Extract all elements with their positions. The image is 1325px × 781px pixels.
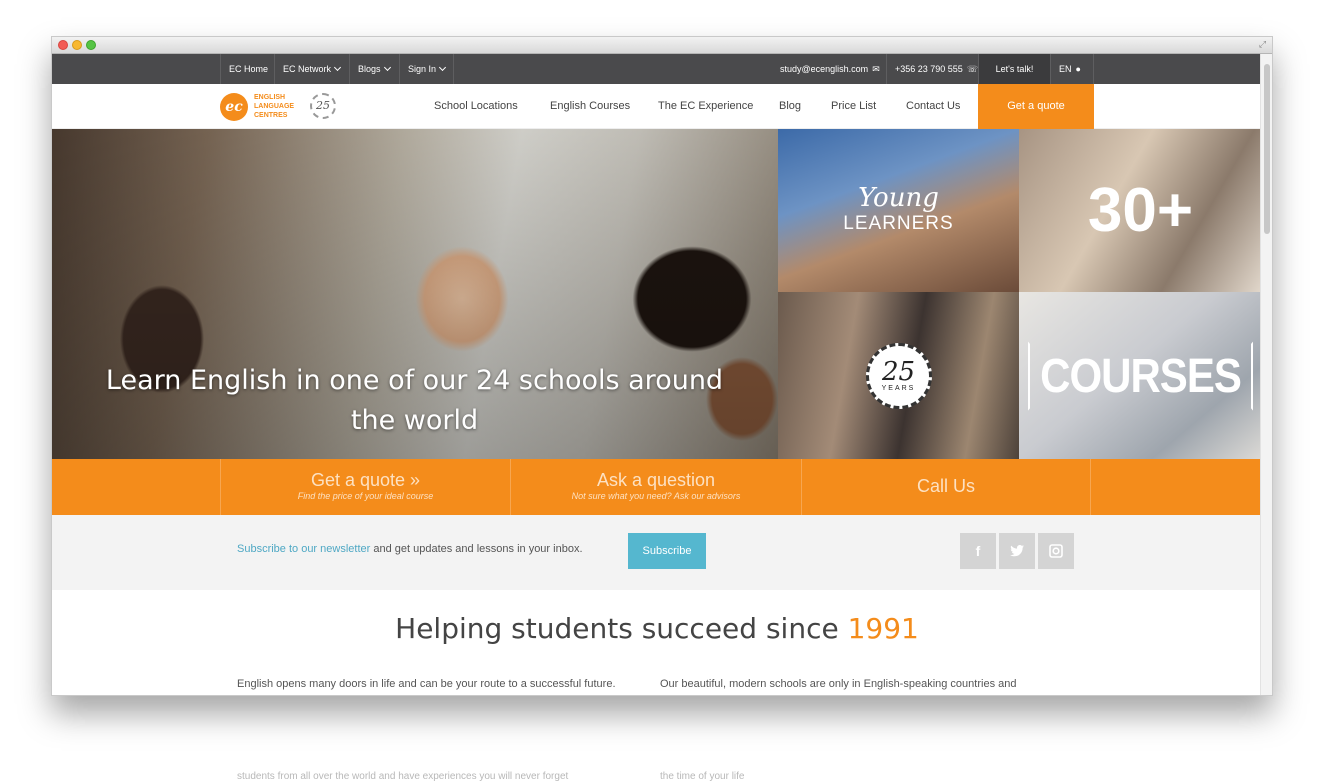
action-get-quote-title: Get a quote » — [310, 470, 421, 490]
intro-column-right: Our beautiful, modern schools are only i… — [660, 678, 1017, 690]
subscribe-button[interactable]: Subscribe — [628, 533, 706, 569]
hero-caption: Learn English in one of our 24 schools a… — [105, 365, 724, 436]
topbar-lets-talk[interactable]: Let's talk! — [978, 54, 1050, 84]
tile-25-years-label: 25 YEARS — [778, 292, 1019, 459]
topbar-ec-network-label: EC Network — [283, 64, 332, 74]
logo-wordmark: ENGLISH LANGUAGE CENTRES — [254, 93, 314, 120]
courses-word: COURSES — [1028, 341, 1253, 410]
topbar-phone-label: +356 23 790 555 — [895, 64, 963, 74]
chevron-down-icon — [383, 63, 391, 72]
nav-price-list[interactable]: Price List — [817, 84, 890, 129]
chevron-down-icon — [438, 63, 447, 72]
nav-english-courses[interactable]: English Courses — [536, 84, 644, 129]
action-call-us[interactable]: Call Us — [801, 459, 1091, 515]
action-ask-question-title: Ask a question — [596, 470, 716, 490]
action-get-quote-sub: Find the price of your ideal course — [297, 491, 434, 501]
topbar-language[interactable]: EN ● — [1050, 54, 1094, 84]
nav-ec-experience[interactable]: The EC Experience — [644, 84, 767, 129]
action-ask-question[interactable]: Ask a question Not sure what you need? A… — [510, 459, 801, 515]
topbar-lets-talk-label: Let's talk! — [995, 64, 1034, 74]
logo-line-2: LANGUAGE — [254, 103, 295, 110]
topbar-blogs-label: Blogs — [358, 64, 381, 74]
zoom-window-button[interactable] — [86, 40, 96, 50]
topbar-blogs[interactable]: Blogs — [349, 54, 398, 84]
section-heading: Helping students succeed since 1991 — [52, 612, 1262, 645]
instagram-icon[interactable] — [1038, 533, 1074, 569]
tile-young-learners[interactable]: Young LEARNERS — [778, 129, 1019, 292]
topbar-ec-network[interactable]: EC Network — [274, 54, 348, 84]
logo-line-3: CENTRES — [254, 112, 288, 119]
topbar-ec-home[interactable]: EC Home — [220, 54, 276, 84]
title-bar: ⤢ — [52, 37, 1272, 54]
intro-column-left: English opens many doors in life and can… — [237, 678, 616, 690]
topbar-ec-home-label: EC Home — [229, 64, 269, 74]
action-call-us-title: Call Us — [916, 476, 975, 496]
anniversary-badge: 25 — [310, 93, 336, 119]
logo-line-1: ENGLISH — [254, 94, 286, 101]
topbar-language-label: EN — [1059, 64, 1072, 74]
tile-30-plus-label: 30+ — [1087, 176, 1194, 245]
get-quote-button[interactable]: Get a quote — [978, 84, 1094, 129]
site-logo[interactable]: ec ENGLISH LANGUAGE CENTRES 25 — [220, 91, 340, 123]
top-utility-bar: EC Home EC Network Blogs Sign In study@e… — [52, 54, 1262, 84]
tile-courses[interactable]: COURSES — [1019, 292, 1262, 459]
page-viewport: EC Home EC Network Blogs Sign In study@e… — [52, 54, 1262, 695]
topbar-email-label: study@ecenglish.com — [780, 64, 869, 74]
topbar-sign-in[interactable]: Sign In — [399, 54, 455, 84]
reflection-text-right: the time of your life — [660, 771, 745, 781]
nav-contact-us[interactable]: Contact Us — [892, 84, 974, 129]
action-get-quote[interactable]: Get a quote » Find the price of your ide… — [220, 459, 510, 515]
nav-blog[interactable]: Blog — [765, 84, 815, 129]
phone-icon: ☏ — [966, 64, 979, 74]
reflection-text-left: students from all over the world and hav… — [237, 771, 569, 781]
site-header: ec ENGLISH LANGUAGE CENTRES 25 School Lo… — [52, 84, 1262, 129]
browser-window: ⤢ EC Home EC Network Blogs Sign In study… — [51, 36, 1273, 696]
newsletter-description: and get updates and lessons in your inbo… — [370, 543, 583, 555]
tile-courses-label: COURSES — [1019, 292, 1262, 459]
learners-word: LEARNERS — [843, 212, 954, 234]
twitter-icon[interactable] — [999, 533, 1035, 569]
topbar-phone[interactable]: +356 23 790 555 ☏ — [886, 54, 986, 84]
section-heading-year: 1991 — [847, 612, 919, 645]
chevron-down-icon — [333, 63, 342, 72]
hero-section: Learn English in one of our 24 schools a… — [52, 129, 1262, 459]
scrollbar-thumb[interactable] — [1264, 64, 1270, 234]
badge-number: 25 — [881, 357, 916, 387]
twenty-five-years-badge: 25 YEARS — [865, 342, 932, 409]
badge-years: YEARS — [881, 385, 916, 392]
envelope-icon: ✉ — [872, 64, 880, 74]
section-heading-text: Helping students succeed since — [395, 612, 848, 645]
newsletter-bar: Subscribe to our newsletter and get upda… — [52, 515, 1262, 590]
topbar-sign-in-label: Sign In — [408, 64, 437, 74]
newsletter-link[interactable]: Subscribe to our newsletter — [237, 543, 370, 555]
tile-young-learners-label: Young LEARNERS — [778, 129, 1019, 292]
nav-school-locations[interactable]: School Locations — [420, 84, 532, 129]
fullscreen-icon[interactable]: ⤢ — [1257, 39, 1268, 50]
globe-icon: ● — [1075, 64, 1081, 74]
topbar-email[interactable]: study@ecenglish.com ✉ — [772, 54, 888, 84]
young-word: Young — [858, 182, 939, 213]
newsletter-text: Subscribe to our newsletter and get upda… — [237, 543, 583, 555]
close-window-button[interactable] — [58, 40, 68, 50]
tile-30-plus[interactable]: 30+ — [1019, 129, 1262, 292]
ec-logo-mark: ec — [220, 93, 248, 121]
tile-25-years[interactable]: 25 YEARS — [778, 292, 1019, 459]
action-bar: Get a quote » Find the price of your ide… — [52, 459, 1262, 515]
minimize-window-button[interactable] — [72, 40, 82, 50]
facebook-icon[interactable]: f — [960, 533, 996, 569]
action-ask-question-sub: Not sure what you need? Ask our advisors — [571, 491, 741, 501]
